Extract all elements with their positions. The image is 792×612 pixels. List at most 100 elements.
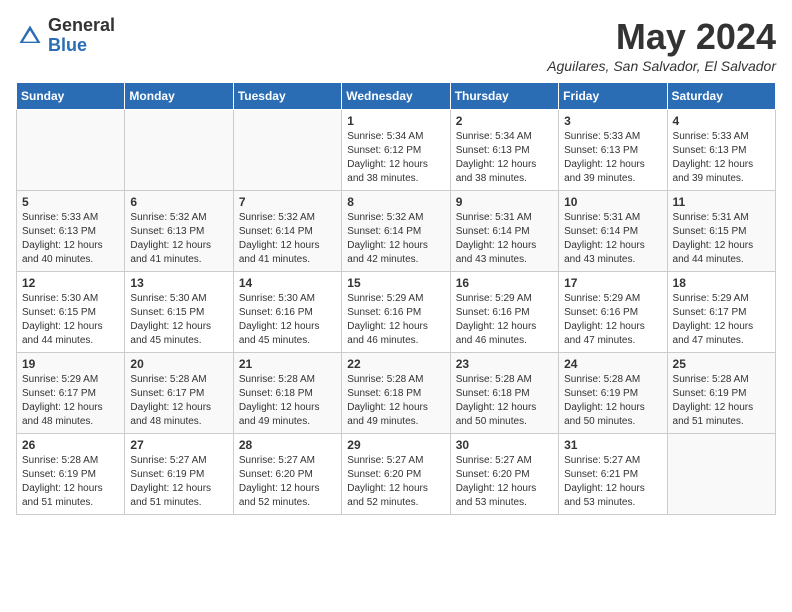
- logo-text: General Blue: [48, 16, 115, 56]
- column-header-wednesday: Wednesday: [342, 83, 450, 110]
- day-number: 10: [564, 195, 661, 209]
- header-row: SundayMondayTuesdayWednesdayThursdayFrid…: [17, 83, 776, 110]
- logo-general-text: General: [48, 16, 115, 36]
- page-header: General Blue May 2024 Aguilares, San Sal…: [16, 16, 776, 74]
- day-number: 5: [22, 195, 119, 209]
- day-info: Sunrise: 5:32 AM Sunset: 6:14 PM Dayligh…: [239, 211, 336, 267]
- calendar-cell: 14Sunrise: 5:30 AM Sunset: 6:16 PM Dayli…: [233, 272, 341, 353]
- day-info: Sunrise: 5:27 AM Sunset: 6:20 PM Dayligh…: [239, 454, 336, 510]
- calendar-cell: [17, 110, 125, 191]
- calendar-cell: 10 Sunrise: 5:31 AM Sunset: 6:14 PM Dayli…: [559, 191, 667, 272]
- calendar-week-2: 5 Sunrise: 5:33 AM Sunset: 6:13 PM Daylig…: [17, 191, 776, 272]
- calendar-cell: [667, 434, 775, 515]
- day-info: Sunrise: 5:27 AM Sunset: 6:19 PM Dayligh…: [130, 454, 227, 510]
- calendar-cell: 18 Sunrise: 5:29 AM Sunset: 6:17 PM Dayli…: [667, 272, 775, 353]
- calendar-cell: 16Sunrise: 5:29 AM Sunset: 6:16 PM Dayli…: [450, 272, 558, 353]
- day-info: Sunrise: 5:29 AM Sunset: 6:16 PM Dayligh…: [564, 292, 661, 348]
- calendar-header: SundayMondayTuesdayWednesdayThursdayFrid…: [17, 83, 776, 110]
- day-info: Sunrise: 5:31 AM Sunset: 6:14 PM Dayligh…: [564, 211, 661, 267]
- day-info: Sunrise: 5:31 AM Sunset: 6:15 PM Dayligh…: [673, 211, 770, 267]
- day-info: Sunrise: 5:29 AM Sunset: 6:17 PM Dayligh…: [22, 373, 119, 429]
- logo: General Blue: [16, 16, 115, 56]
- day-number: 6: [130, 195, 227, 209]
- day-number: 13: [130, 276, 227, 290]
- calendar-cell: 23 Sunrise: 5:28 AM Sunset: 6:18 PM Dayli…: [450, 353, 558, 434]
- day-info: Sunrise: 5:27 AM Sunset: 6:20 PM Dayligh…: [347, 454, 444, 510]
- calendar-cell: 4Sunrise: 5:33 AM Sunset: 6:13 PM Daylig…: [667, 110, 775, 191]
- calendar-cell: 20 Sunrise: 5:28 AM Sunset: 6:17 PM Dayli…: [125, 353, 233, 434]
- day-number: 21: [239, 357, 336, 371]
- day-info: Sunrise: 5:29 AM Sunset: 6:17 PM Dayligh…: [673, 292, 770, 348]
- day-number: 26: [22, 438, 119, 452]
- calendar-cell: 2Sunrise: 5:34 AM Sunset: 6:13 PM Daylig…: [450, 110, 558, 191]
- day-number: 30: [456, 438, 553, 452]
- day-info: Sunrise: 5:27 AM Sunset: 6:20 PM Dayligh…: [456, 454, 553, 510]
- calendar-cell: 22 Sunrise: 5:28 AM Sunset: 6:18 PM Dayli…: [342, 353, 450, 434]
- calendar-cell: 12 Sunrise: 5:30 AM Sunset: 6:15 PM Dayli…: [17, 272, 125, 353]
- calendar-body: 1Sunrise: 5:34 AM Sunset: 6:12 PM Daylig…: [17, 110, 776, 515]
- calendar-cell: 11Sunrise: 5:31 AM Sunset: 6:15 PM Dayli…: [667, 191, 775, 272]
- logo-icon: [16, 22, 44, 50]
- calendar-cell: 5 Sunrise: 5:33 AM Sunset: 6:13 PM Daylig…: [17, 191, 125, 272]
- day-info: Sunrise: 5:33 AM Sunset: 6:13 PM Dayligh…: [564, 130, 661, 186]
- day-info: Sunrise: 5:32 AM Sunset: 6:13 PM Dayligh…: [130, 211, 227, 267]
- calendar-week-1: 1Sunrise: 5:34 AM Sunset: 6:12 PM Daylig…: [17, 110, 776, 191]
- day-number: 19: [22, 357, 119, 371]
- calendar-cell: 15Sunrise: 5:29 AM Sunset: 6:16 PM Dayli…: [342, 272, 450, 353]
- day-info: Sunrise: 5:33 AM Sunset: 6:13 PM Dayligh…: [22, 211, 119, 267]
- calendar-cell: 17 Sunrise: 5:29 AM Sunset: 6:16 PM Dayli…: [559, 272, 667, 353]
- day-number: 3: [564, 114, 661, 128]
- day-number: 18: [673, 276, 770, 290]
- calendar-week-4: 19 Sunrise: 5:29 AM Sunset: 6:17 PM Dayli…: [17, 353, 776, 434]
- day-info: Sunrise: 5:27 AM Sunset: 6:21 PM Dayligh…: [564, 454, 661, 510]
- day-number: 24: [564, 357, 661, 371]
- day-number: 12: [22, 276, 119, 290]
- calendar-cell: 29 Sunrise: 5:27 AM Sunset: 6:20 PM Dayli…: [342, 434, 450, 515]
- column-header-monday: Monday: [125, 83, 233, 110]
- day-info: Sunrise: 5:30 AM Sunset: 6:16 PM Dayligh…: [239, 292, 336, 348]
- calendar-cell: 19 Sunrise: 5:29 AM Sunset: 6:17 PM Dayli…: [17, 353, 125, 434]
- day-number: 15: [347, 276, 444, 290]
- calendar-cell: 1Sunrise: 5:34 AM Sunset: 6:12 PM Daylig…: [342, 110, 450, 191]
- day-number: 25: [673, 357, 770, 371]
- calendar-cell: 7Sunrise: 5:32 AM Sunset: 6:14 PM Daylig…: [233, 191, 341, 272]
- calendar-week-5: 26 Sunrise: 5:28 AM Sunset: 6:19 PM Dayli…: [17, 434, 776, 515]
- day-number: 31: [564, 438, 661, 452]
- day-number: 22: [347, 357, 444, 371]
- day-number: 4: [673, 114, 770, 128]
- calendar-cell: 26 Sunrise: 5:28 AM Sunset: 6:19 PM Dayli…: [17, 434, 125, 515]
- column-header-tuesday: Tuesday: [233, 83, 341, 110]
- calendar-cell: 9 Sunrise: 5:31 AM Sunset: 6:14 PM Daylig…: [450, 191, 558, 272]
- calendar-cell: 28Sunrise: 5:27 AM Sunset: 6:20 PM Dayli…: [233, 434, 341, 515]
- day-info: Sunrise: 5:30 AM Sunset: 6:15 PM Dayligh…: [130, 292, 227, 348]
- day-info: Sunrise: 5:28 AM Sunset: 6:19 PM Dayligh…: [22, 454, 119, 510]
- day-info: Sunrise: 5:34 AM Sunset: 6:12 PM Dayligh…: [347, 130, 444, 186]
- day-info: Sunrise: 5:32 AM Sunset: 6:14 PM Dayligh…: [347, 211, 444, 267]
- day-info: Sunrise: 5:28 AM Sunset: 6:18 PM Dayligh…: [456, 373, 553, 429]
- calendar-week-3: 12 Sunrise: 5:30 AM Sunset: 6:15 PM Dayli…: [17, 272, 776, 353]
- calendar-cell: 8 Sunrise: 5:32 AM Sunset: 6:14 PM Daylig…: [342, 191, 450, 272]
- calendar-cell: [125, 110, 233, 191]
- day-number: 20: [130, 357, 227, 371]
- day-number: 9: [456, 195, 553, 209]
- day-number: 23: [456, 357, 553, 371]
- calendar-cell: 3 Sunrise: 5:33 AM Sunset: 6:13 PM Daylig…: [559, 110, 667, 191]
- day-info: Sunrise: 5:30 AM Sunset: 6:15 PM Dayligh…: [22, 292, 119, 348]
- day-number: 17: [564, 276, 661, 290]
- day-info: Sunrise: 5:28 AM Sunset: 6:18 PM Dayligh…: [347, 373, 444, 429]
- column-header-saturday: Saturday: [667, 83, 775, 110]
- day-info: Sunrise: 5:28 AM Sunset: 6:19 PM Dayligh…: [564, 373, 661, 429]
- calendar-cell: 24 Sunrise: 5:28 AM Sunset: 6:19 PM Dayli…: [559, 353, 667, 434]
- calendar-cell: 13 Sunrise: 5:30 AM Sunset: 6:15 PM Dayli…: [125, 272, 233, 353]
- day-number: 29: [347, 438, 444, 452]
- column-header-thursday: Thursday: [450, 83, 558, 110]
- column-header-sunday: Sunday: [17, 83, 125, 110]
- day-info: Sunrise: 5:28 AM Sunset: 6:19 PM Dayligh…: [673, 373, 770, 429]
- day-number: 16: [456, 276, 553, 290]
- day-info: Sunrise: 5:31 AM Sunset: 6:14 PM Dayligh…: [456, 211, 553, 267]
- day-info: Sunrise: 5:28 AM Sunset: 6:17 PM Dayligh…: [130, 373, 227, 429]
- day-number: 8: [347, 195, 444, 209]
- calendar-cell: 21Sunrise: 5:28 AM Sunset: 6:18 PM Dayli…: [233, 353, 341, 434]
- calendar-cell: 31 Sunrise: 5:27 AM Sunset: 6:21 PM Dayli…: [559, 434, 667, 515]
- column-header-friday: Friday: [559, 83, 667, 110]
